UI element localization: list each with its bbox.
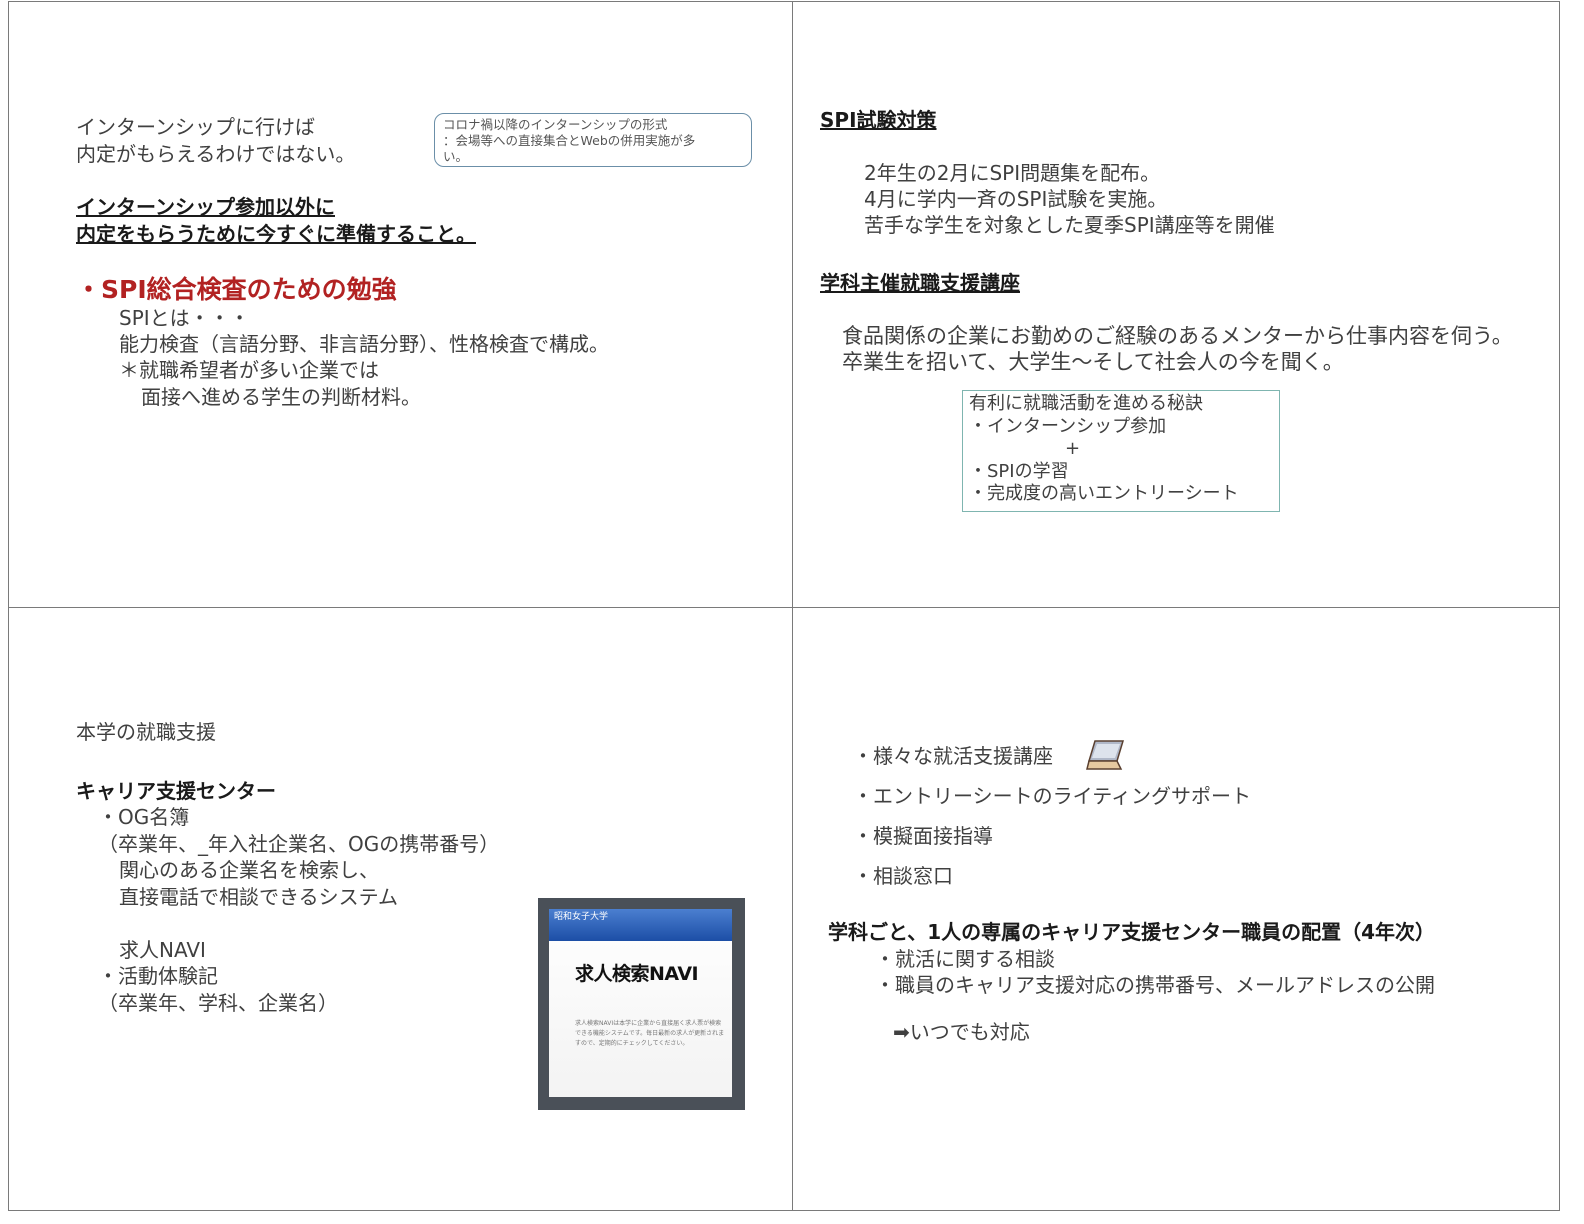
heading-line-2: 内定をもらうために今すぐに準備すること。 — [76, 222, 476, 246]
horizontal-divider — [9, 607, 1559, 608]
anytime-support-line: ➡いつでも対応 — [893, 1020, 1030, 1044]
support-item-mock-interview: ・模擬面接指導 — [853, 824, 993, 848]
dedicated-staff-heading: 学科ごと、1人の専属のキャリア支援センター職員の配置（4年次） — [828, 920, 1436, 944]
covid-internship-callout: コロナ禍以降のインターンシップの形式 ：会場等への直接集合とWebの併用実施が多… — [434, 113, 752, 167]
staff-item-consultation: ・就活に関する相談 — [875, 947, 1055, 971]
navi-header-bar: 昭和女子大学 — [549, 909, 732, 941]
spi-body-line-3: ＊就職希望者が多い企業では — [119, 358, 379, 382]
callout-line-3: い。 — [443, 149, 469, 164]
vertical-divider — [792, 2, 793, 1210]
navi-screen: 昭和女子大学 求人検索NAVI 求人検索NAVIは本学に企業から直接届く求人票が… — [549, 909, 732, 1097]
activity-record-item: ・活動体験記 — [98, 964, 218, 988]
job-navi-screenshot: 昭和女子大学 求人検索NAVI 求人検索NAVIは本学に企業から直接届く求人票が… — [538, 898, 745, 1110]
callout-line-2: ：会場等への直接集合とWebの併用実施が多 — [443, 133, 696, 148]
handout-sheet — [8, 1, 1560, 1211]
lead-line-2: 内定がもらえるわけではない。 — [76, 142, 356, 166]
support-item-lectures: ・様々な就活支援講座 — [853, 744, 1053, 768]
activity-record-detail: （卒業年、学科、企業名） — [98, 991, 338, 1015]
dept-line-2: 卒業生を招いて、大学生～そして社会人の今を聞く。 — [842, 350, 1344, 374]
spi-body-line-4: 面接へ進める学生の判断材料。 — [141, 385, 421, 409]
spi-body-line-2: 能力検査（言語分野、非言語分野）、性格検査で構成。 — [119, 332, 609, 356]
spi-measure-line-3: 苦手な学生を対象とした夏季SPI講座等を開催 — [864, 213, 1275, 237]
spi-measure-line-1: 2年生の2月にSPI問題集を配布。 — [864, 161, 1161, 185]
tips-item-internship: ・インターンシップ参加 — [969, 415, 1167, 437]
navi-description: 求人検索NAVIは本学に企業から直接届く求人票が検索できる機能システムです。毎日… — [575, 1020, 725, 1047]
spi-study-title: ・SPI総合検査のための勉強 — [76, 275, 397, 304]
spi-measure-line-2: 4月に学内一斉のSPI試験を実施。 — [864, 187, 1168, 211]
staff-item-contact: ・職員のキャリア支援対応の携帯番号、メールアドレスの公開 — [875, 973, 1435, 997]
job-navi-line: 求人NAVI — [119, 938, 206, 962]
spi-measures-heading: SPI試験対策 — [820, 108, 937, 132]
dept-lecture-heading: 学科主催就職支援講座 — [820, 271, 1020, 295]
career-center-heading: キャリア支援センター — [76, 779, 276, 803]
navi-title: 求人検索NAVI — [575, 963, 699, 985]
og-search-line: 関心のある企業名を検索し、 — [119, 858, 379, 882]
support-title: 本学の就職支援 — [76, 720, 216, 744]
og-list-item: ・OG名簿 — [98, 805, 190, 829]
tips-item-spi: ・SPIの学習 — [969, 460, 1069, 482]
dept-line-1: 食品関係の企業にお勤めのご経験のあるメンターから仕事内容を伺う。 — [842, 324, 1513, 348]
tips-title: 有利に就職活動を進める秘訣 — [969, 393, 1203, 414]
lead-line-1: インターンシップに行けば — [76, 115, 315, 139]
spi-body-line-1: SPIとは・・・ — [119, 306, 250, 330]
job-hunting-tips-box: 有利に就職活動を進める秘訣 ・インターンシップ参加 + ・SPIの学習 ・完成度… — [962, 390, 1280, 512]
callout-line-1: コロナ禍以降のインターンシップの形式 — [443, 117, 668, 132]
og-phone-line: 直接電話で相談できるシステム — [119, 885, 398, 909]
heading-line-1: インターンシップ参加以外に — [76, 195, 335, 219]
support-item-consultation: ・相談窓口 — [853, 864, 953, 888]
laptop-icon — [1086, 740, 1125, 770]
og-list-detail: （卒業年、_年入社企業名、OGの携帯番号） — [98, 832, 500, 856]
tips-item-entry-sheet: ・完成度の高いエントリーシート — [969, 483, 1239, 504]
support-item-entry-sheet: ・エントリーシートのライティングサポート — [853, 784, 1251, 808]
tips-plus-sign: + — [1065, 438, 1081, 459]
